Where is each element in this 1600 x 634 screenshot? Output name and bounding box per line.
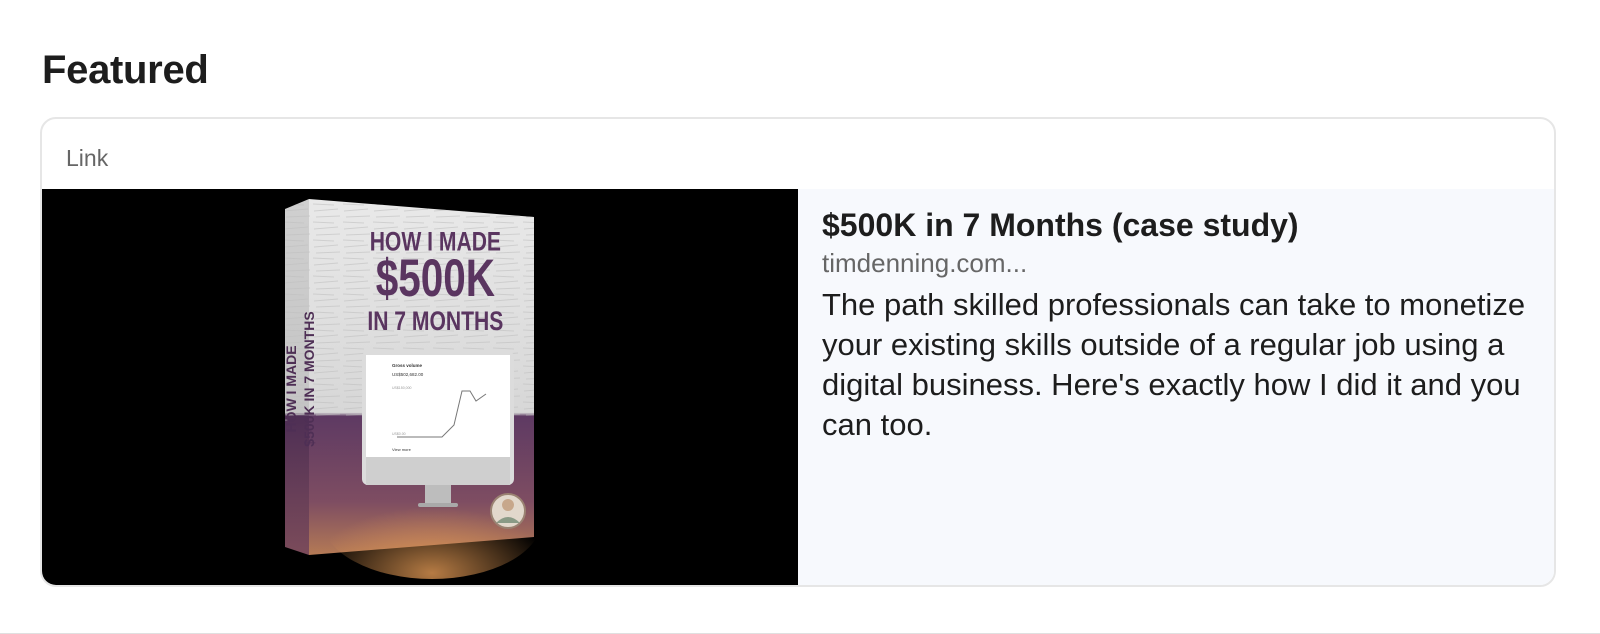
front-text-3: IN 7 MONTHS [367, 307, 503, 337]
product-box-image: HOW I MADE $500K IN 7 MONTHS HOW I MADE … [283, 199, 542, 579]
screen-value: US$502,682.00 [392, 372, 424, 377]
link-title[interactable]: $500K in 7 Months (case study) [822, 205, 1532, 245]
featured-link-card[interactable]: Link HOW I MADE $500K IN 7 MONTHS HOW I … [40, 117, 1556, 587]
screen-title: Gross volume [392, 363, 423, 368]
spine-text-1: HOW I MADE [283, 345, 299, 432]
screen-axis-top: US$150,000 [392, 386, 412, 390]
screen-axis-bottom: US$0.00 [392, 432, 406, 436]
featured-section: Featured Link HOW I MADE $500K IN 7 MONT… [0, 0, 1600, 634]
link-details[interactable]: $500K in 7 Months (case study) timdennin… [798, 189, 1554, 585]
link-domain: timdenning.com... [822, 248, 1028, 278]
link-description: The path skilled professionals can take … [822, 287, 1526, 442]
monitor-graphic: Gross volume US$502,682.00 US$150,000 US… [362, 351, 514, 507]
spine-text-2: $500K IN 7 MONTHS [301, 311, 317, 446]
screen-link: View more [392, 447, 412, 452]
front-text-2: $500K [376, 248, 495, 308]
section-title: Featured [42, 48, 209, 92]
author-avatar-badge [490, 493, 526, 529]
card-type-label: Link [66, 145, 109, 171]
link-thumbnail[interactable]: HOW I MADE $500K IN 7 MONTHS HOW I MADE … [42, 189, 798, 585]
